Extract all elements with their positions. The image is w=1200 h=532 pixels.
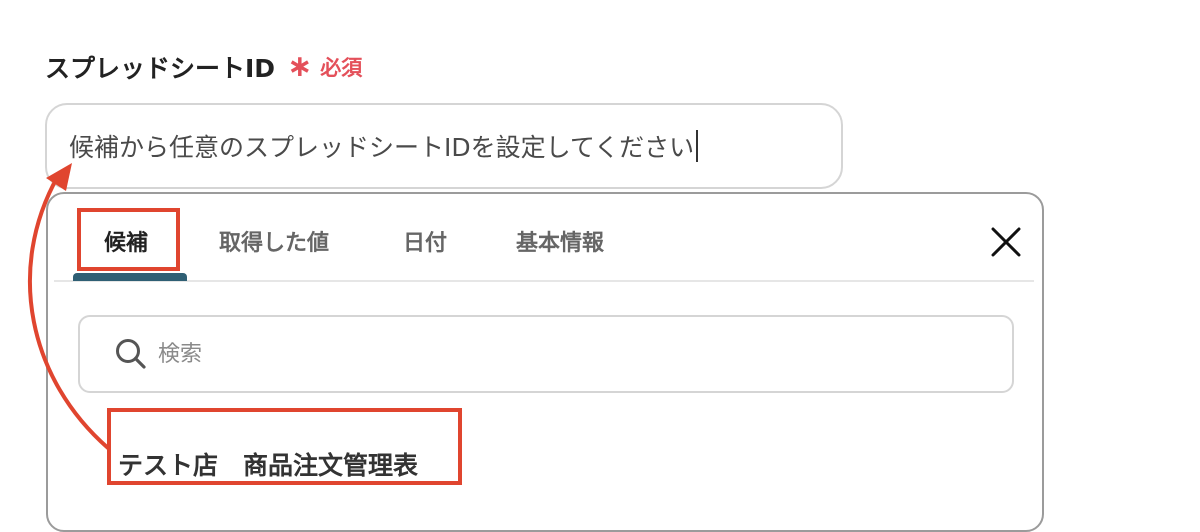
field-label-text: スプレッドシートID xyxy=(45,54,276,83)
tab-obtained-values[interactable]: 取得した値 xyxy=(219,224,329,258)
field-label: スプレッドシートID ∗ 必須 xyxy=(45,50,362,84)
close-button[interactable] xyxy=(988,224,1024,260)
candidate-item[interactable]: テスト店 商品注文管理表 xyxy=(118,444,418,484)
spreadsheet-id-input[interactable]: 候補から任意のスプレッドシートIDを設定してください xyxy=(45,103,843,189)
required-asterisk-icon: ∗ xyxy=(287,49,313,84)
tab-basic-info[interactable]: 基本情報 xyxy=(516,224,604,258)
spreadsheet-id-input-value: 候補から任意のスプレッドシートIDを設定してください xyxy=(69,133,695,162)
required-badge: 必須 xyxy=(320,56,363,80)
search-field[interactable] xyxy=(78,315,1014,393)
active-tab-indicator xyxy=(73,273,187,281)
tab-date[interactable]: 日付 xyxy=(403,224,447,258)
tab-candidates[interactable]: 候補 xyxy=(104,224,148,258)
value-picker-panel: 候補 取得した値 日付 基本情報 テスト店 商品注文管理表 xyxy=(46,192,1044,532)
close-icon xyxy=(991,227,1021,257)
text-caret xyxy=(696,130,699,162)
tab-bar: 候補 取得した値 日付 基本情報 xyxy=(54,194,1034,282)
search-icon xyxy=(116,339,146,369)
search-input[interactable] xyxy=(156,340,920,368)
